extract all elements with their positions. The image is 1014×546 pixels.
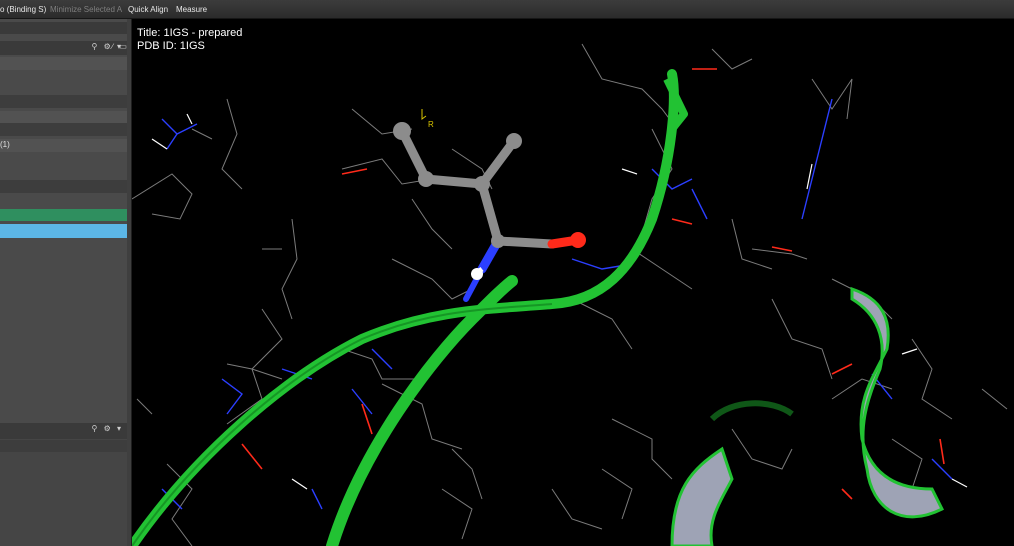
structure-title: Title: 1IGS - prepared bbox=[137, 27, 243, 39]
list-item[interactable] bbox=[0, 180, 127, 193]
toolbar-quick-align-button[interactable]: Quick Align bbox=[128, 5, 168, 14]
oxygen-bonds bbox=[241, 68, 945, 500]
list-item-selected[interactable] bbox=[0, 224, 127, 238]
panel-bottom-section: ⚲ ⚙ ▾ bbox=[0, 423, 127, 546]
toolbar-minimize-selected-button[interactable]: Minimize Selected A bbox=[50, 5, 122, 14]
panel-header: ⚲ ⚙ ▾ ∕ ▭ bbox=[0, 41, 127, 55]
list-item[interactable] bbox=[0, 440, 127, 452]
atom-label: R bbox=[428, 120, 434, 129]
panel-bottom-header-icons[interactable]: ⚲ ⚙ ▾ bbox=[92, 424, 124, 433]
3d-workspace[interactable]: R Title: 1IGS - prepared PDB ID: 1IGS bbox=[132, 19, 1014, 546]
toolbar-binding-site-button[interactable]: o (Binding S) bbox=[0, 5, 46, 14]
list-item[interactable] bbox=[0, 57, 127, 70]
top-toolbar: o (Binding S) Minimize Selected A Quick … bbox=[0, 0, 1014, 19]
list-item[interactable] bbox=[0, 95, 127, 108]
toolbar-measure-button[interactable]: Measure bbox=[176, 5, 207, 14]
structure-title-overlay: Title: 1IGS - prepared PDB ID: 1IGS bbox=[137, 27, 242, 53]
list-item-included[interactable] bbox=[0, 209, 127, 221]
list-item[interactable]: (1) bbox=[0, 139, 127, 152]
panel-top-strip bbox=[0, 22, 127, 34]
entry-list-panel: ⚲ ⚙ ▾ ∕ ▭ (1) ⚲ ⚙ ▾ bbox=[0, 19, 132, 546]
ligand-ball-and-stick bbox=[393, 122, 586, 302]
list-item-label: (1) bbox=[0, 140, 10, 149]
atom-label-marker bbox=[421, 109, 427, 120]
pdb-id-label: PDB ID: 1IGS bbox=[137, 40, 205, 52]
molecule-render: R bbox=[132, 43, 1008, 546]
list-item[interactable] bbox=[0, 123, 127, 136]
panel-bottom-header: ⚲ ⚙ ▾ bbox=[0, 423, 127, 439]
